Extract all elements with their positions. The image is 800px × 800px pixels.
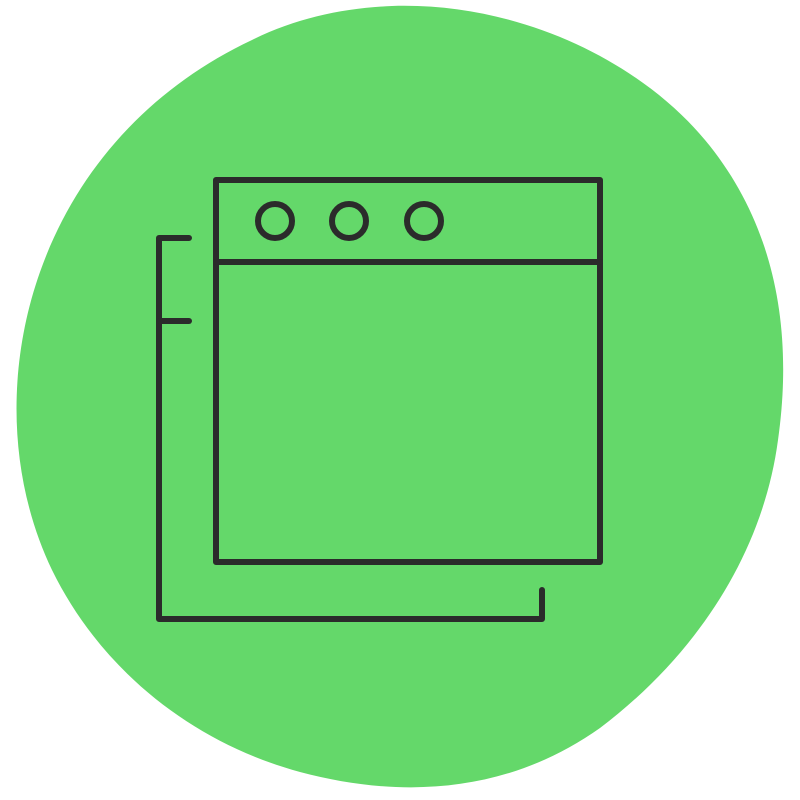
browser-windows-illustration <box>16 5 784 788</box>
blob-shape <box>16 5 784 788</box>
illustration-stage <box>0 0 800 800</box>
